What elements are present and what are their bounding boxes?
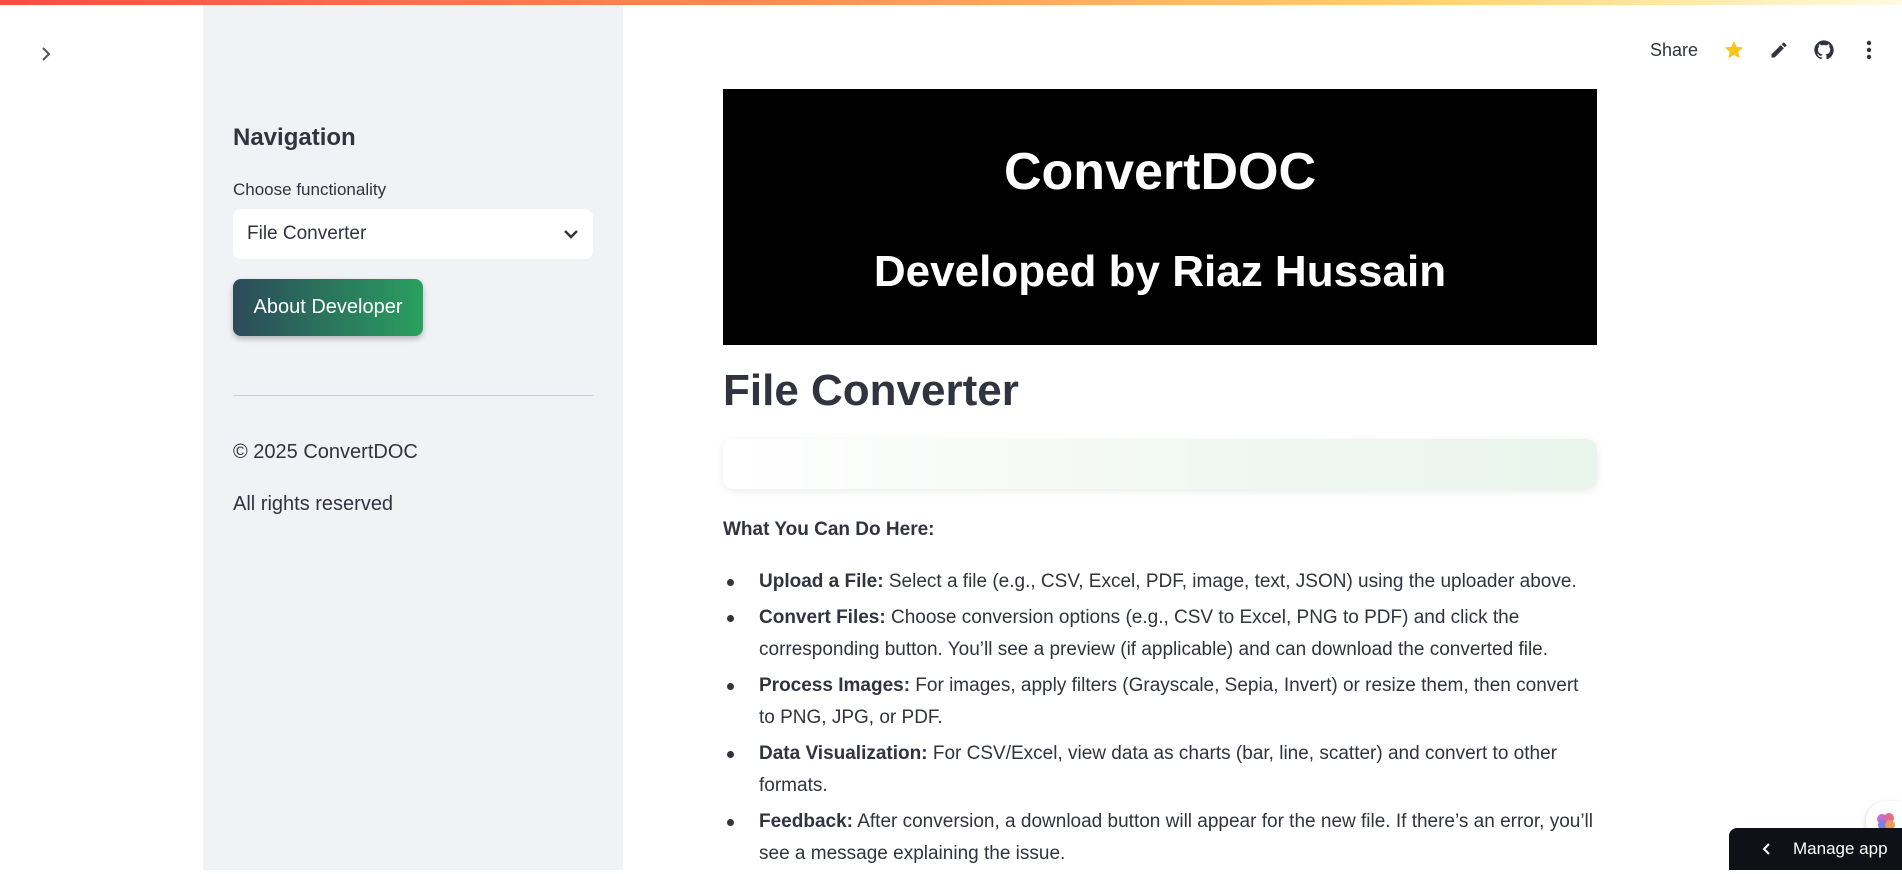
sidebar-title: Navigation xyxy=(233,124,356,151)
select-value: File Converter xyxy=(247,223,367,244)
select-label: Choose functionality xyxy=(233,180,387,199)
banner-title: ConvertDOC xyxy=(1003,143,1317,201)
star-icon[interactable] xyxy=(1722,38,1746,62)
manage-app-button[interactable]: Manage app xyxy=(1729,828,1902,870)
feature-text: After conversion, a download button will… xyxy=(759,811,1593,864)
feature-label: Upload a File: xyxy=(759,571,884,592)
chevron-left-icon xyxy=(1761,842,1771,856)
manage-app-label: Manage app xyxy=(1793,839,1888,858)
features-heading: What You Can Do Here: xyxy=(723,519,935,540)
chevron-right-icon xyxy=(42,47,51,61)
copyright-text: © 2025 ConvertDOC xyxy=(233,441,418,463)
file-uploader[interactable] xyxy=(723,439,1597,489)
feature-label: Convert Files: xyxy=(759,607,886,628)
expand-sidebar-button[interactable] xyxy=(34,42,58,66)
feature-label: Data Visualization: xyxy=(759,743,928,764)
chevron-down-icon xyxy=(564,230,578,239)
top-decoration-bar xyxy=(0,0,1902,5)
functionality-select[interactable]: File Converter xyxy=(233,209,593,259)
banner-subtitle: Developed by Riaz Hussain xyxy=(873,247,1447,296)
pencil-icon[interactable] xyxy=(1767,38,1791,62)
collapsed-rail xyxy=(0,0,203,870)
list-item: Process Images: For images, apply filter… xyxy=(723,670,1597,734)
more-vert-icon[interactable] xyxy=(1857,38,1881,62)
list-item: Convert Files: Choose conversion options… xyxy=(723,602,1597,666)
page-title: File Converter xyxy=(723,366,1019,415)
sidebar: Navigation Choose functionality File Con… xyxy=(203,0,623,870)
list-item: Upload a File: Select a file (e.g., CSV,… xyxy=(723,566,1597,598)
feature-label: Feedback: xyxy=(759,811,853,832)
features-list: Upload a File: Select a file (e.g., CSV,… xyxy=(723,566,1597,874)
list-item: Data Visualization: For CSV/Excel, view … xyxy=(723,738,1597,802)
header-banner: ConvertDOC Developed by Riaz Hussain xyxy=(723,89,1597,345)
share-button[interactable]: Share xyxy=(1650,40,1698,61)
feature-text: Select a file (e.g., CSV, Excel, PDF, im… xyxy=(883,571,1577,592)
app-toolbar: Share xyxy=(1650,30,1902,70)
sidebar-divider xyxy=(233,395,593,396)
about-developer-button[interactable]: About Developer xyxy=(233,279,423,336)
github-icon[interactable] xyxy=(1812,38,1836,62)
list-item: Feedback: After conversion, a download b… xyxy=(723,806,1597,870)
rights-text: All rights reserved xyxy=(233,493,394,515)
feature-label: Process Images: xyxy=(759,675,911,696)
